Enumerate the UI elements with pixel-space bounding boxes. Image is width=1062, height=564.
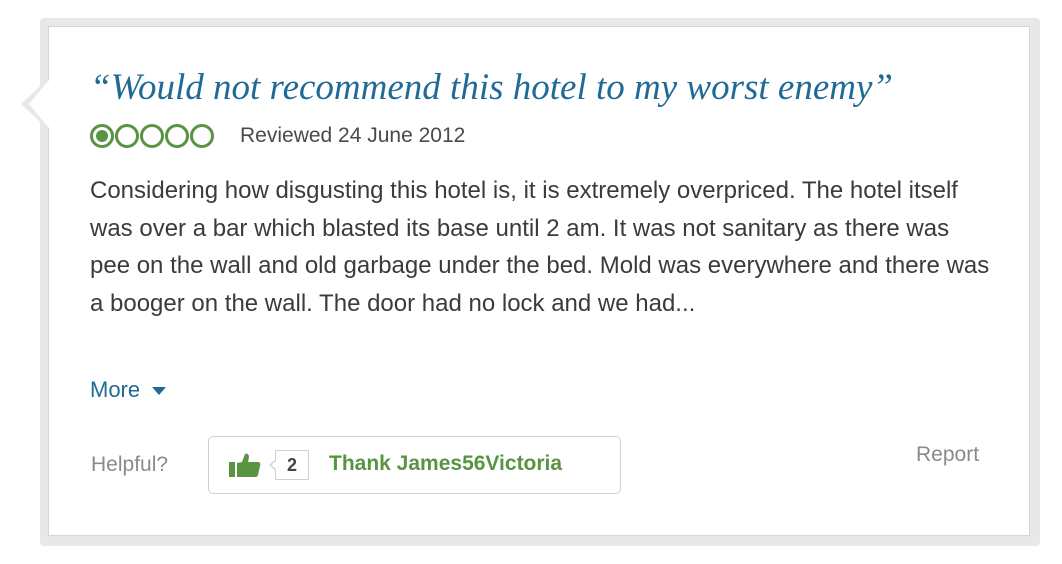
helpful-label: Helpful?: [91, 453, 169, 476]
rating-bubble-icon: [165, 124, 189, 148]
thank-label: Thank James56Victoria: [329, 452, 563, 475]
more-link[interactable]: More: [90, 377, 167, 403]
thumbs-up-icon: [229, 453, 261, 477]
rating-bubbles: [90, 122, 215, 150]
speech-pointer-inner: [29, 80, 49, 128]
thank-reviewer-button[interactable]: 2 Thank James56Victoria: [208, 436, 621, 494]
review-body: Considering how disgusting this hotel is…: [90, 177, 990, 317]
report-link[interactable]: Report: [916, 443, 979, 467]
caret-down-icon: [152, 387, 167, 395]
review-date: Reviewed 24 June 2012: [240, 124, 466, 147]
rating-bubble-icon: [90, 124, 114, 148]
rating-bubble-icon: [115, 124, 139, 148]
review-title[interactable]: “Would not recommend this hotel to my wo…: [90, 66, 893, 109]
more-label: More: [90, 377, 141, 402]
rating-bubble-icon: [140, 124, 164, 148]
rating-bubble-icon: [190, 124, 214, 148]
thank-count: 2: [269, 450, 309, 480]
